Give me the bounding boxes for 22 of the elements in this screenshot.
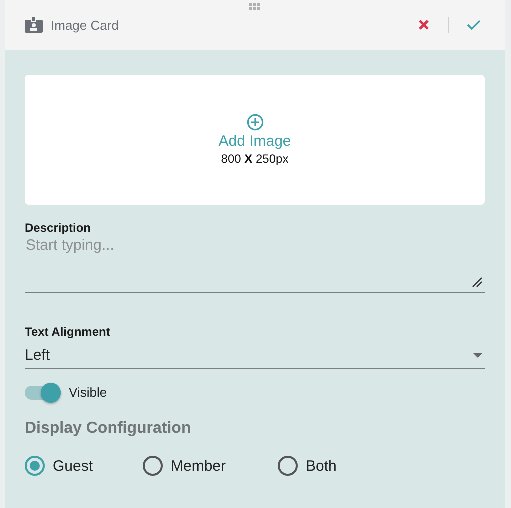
radio-label: Guest	[53, 458, 94, 474]
radio-button[interactable]	[143, 456, 163, 476]
check-icon	[467, 19, 481, 31]
badge-icon	[25, 17, 43, 33]
card-title: Image Card	[51, 18, 120, 33]
radio-button[interactable]	[25, 456, 45, 476]
drag-handle-icon[interactable]	[249, 3, 261, 11]
description-label: Description	[25, 221, 92, 235]
add-icon	[246, 114, 264, 131]
section-title: Display Configuration	[25, 420, 192, 438]
radio-label: Both	[306, 458, 337, 474]
radio-button[interactable]	[278, 456, 298, 476]
close-icon	[418, 19, 430, 31]
resize-handle-icon[interactable]	[471, 276, 483, 288]
text-alignment-select[interactable]: Left	[25, 342, 485, 369]
radio-label: Member	[171, 458, 226, 474]
description-field[interactable]: Start typing...	[25, 237, 485, 293]
caret-icon	[473, 352, 483, 358]
visible-label: Visible	[69, 385, 108, 400]
text-alignment-label: Text Alignment	[25, 325, 112, 339]
add-image-button[interactable]: Add Image 800 X 250px	[25, 75, 485, 205]
visible-toggle[interactable]	[25, 386, 61, 400]
